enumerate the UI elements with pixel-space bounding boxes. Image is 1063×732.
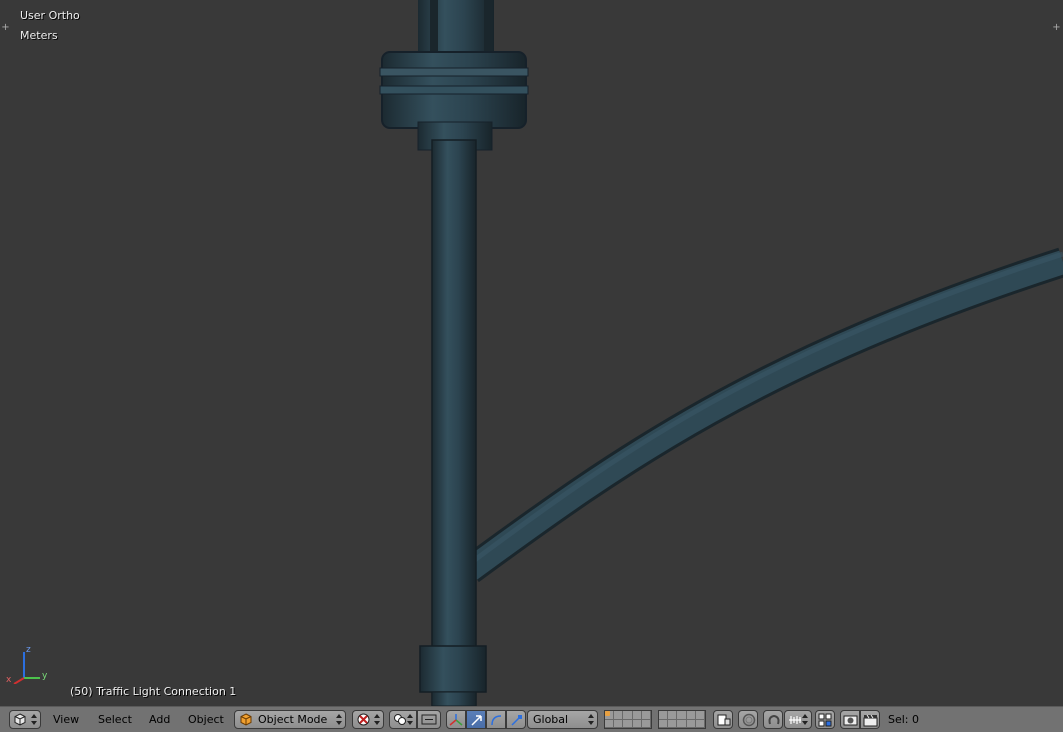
axis-gizmo-icon: z y x	[6, 645, 48, 684]
main-pole	[431, 139, 477, 706]
snap-toggle-button[interactable]	[763, 710, 783, 729]
lock-layers-button[interactable]	[713, 710, 733, 729]
editor-type-button[interactable]	[9, 710, 41, 729]
snap-element-button[interactable]	[784, 710, 812, 729]
manipulator-icon	[449, 714, 463, 726]
snap-updown-icon	[802, 714, 808, 725]
region-expand-right-icon[interactable]: +	[1052, 23, 1061, 33]
menu-select[interactable]: Select	[98, 712, 132, 728]
translate-manipulator-button[interactable]	[466, 710, 486, 729]
menu-view[interactable]: View	[53, 712, 79, 728]
rotate-arc-icon	[491, 715, 502, 726]
object-mode-icon	[240, 713, 252, 726]
orientation-label: Global	[533, 713, 569, 726]
mode-label: Object Mode	[258, 713, 328, 726]
mode-updown-icon	[336, 714, 342, 725]
axis-y-label: y	[42, 671, 48, 681]
orientation-updown-icon	[588, 714, 594, 725]
active-layer-dot-icon	[605, 711, 610, 716]
snap-target-button[interactable]	[815, 710, 835, 729]
object-info: (50) Traffic Light Connection 1	[70, 685, 237, 698]
camera-icon	[843, 715, 858, 726]
proportional-edit-icon	[742, 713, 756, 727]
axis-x-label: x	[6, 675, 12, 684]
scale-manipulator-button[interactable]	[506, 710, 526, 729]
lock-layers-icon	[717, 714, 731, 726]
snap-increment-icon	[789, 716, 801, 724]
pivot-icon	[394, 714, 406, 725]
manipulator-toggle-button[interactable]	[446, 710, 466, 729]
arm-pipe	[461, 247, 1063, 583]
layers-group-2[interactable]	[658, 710, 706, 729]
3d-viewport[interactable]: + + User Ortho Meters z y x (50) Traffic…	[0, 0, 1063, 706]
proportional-edit-button[interactable]	[738, 710, 758, 729]
scene-render	[379, 0, 1063, 706]
render-opengl-image-button[interactable]	[840, 710, 860, 729]
layers-group-1[interactable]	[604, 710, 652, 729]
selection-count: Sel: 0	[888, 713, 920, 726]
viewport-shading-button[interactable]	[352, 710, 384, 729]
base-collar	[419, 645, 487, 693]
align-button[interactable]	[417, 710, 441, 729]
shading-icon	[357, 713, 370, 726]
axis-z-label: z	[26, 645, 31, 655]
editor-type-updown-icon	[31, 714, 37, 725]
rotate-manipulator-button[interactable]	[486, 710, 506, 729]
pivot-updown-icon	[407, 714, 413, 725]
snap-target-icon	[818, 713, 832, 727]
magnet-icon	[768, 714, 780, 725]
3d-view-icon	[14, 713, 26, 726]
clapperboard-icon	[863, 714, 878, 727]
orientation-dropdown[interactable]: Global	[527, 710, 598, 729]
translate-arrow-icon	[471, 715, 482, 726]
scale-arrow-icon	[511, 715, 522, 726]
mode-dropdown[interactable]: Object Mode	[234, 710, 346, 729]
viewport-header: View Select Add Object Object Mode Globa…	[0, 706, 1063, 732]
region-expand-left-icon[interactable]: +	[1, 23, 10, 33]
align-icon	[421, 714, 437, 725]
shading-updown-icon	[374, 714, 380, 725]
menu-object[interactable]: Object	[188, 712, 224, 728]
pivot-point-button[interactable]	[389, 710, 417, 729]
render-opengl-animation-button[interactable]	[860, 710, 880, 729]
view-name: User Ortho	[20, 9, 80, 22]
menu-add[interactable]: Add	[149, 712, 170, 728]
units-label: Meters	[20, 29, 58, 42]
